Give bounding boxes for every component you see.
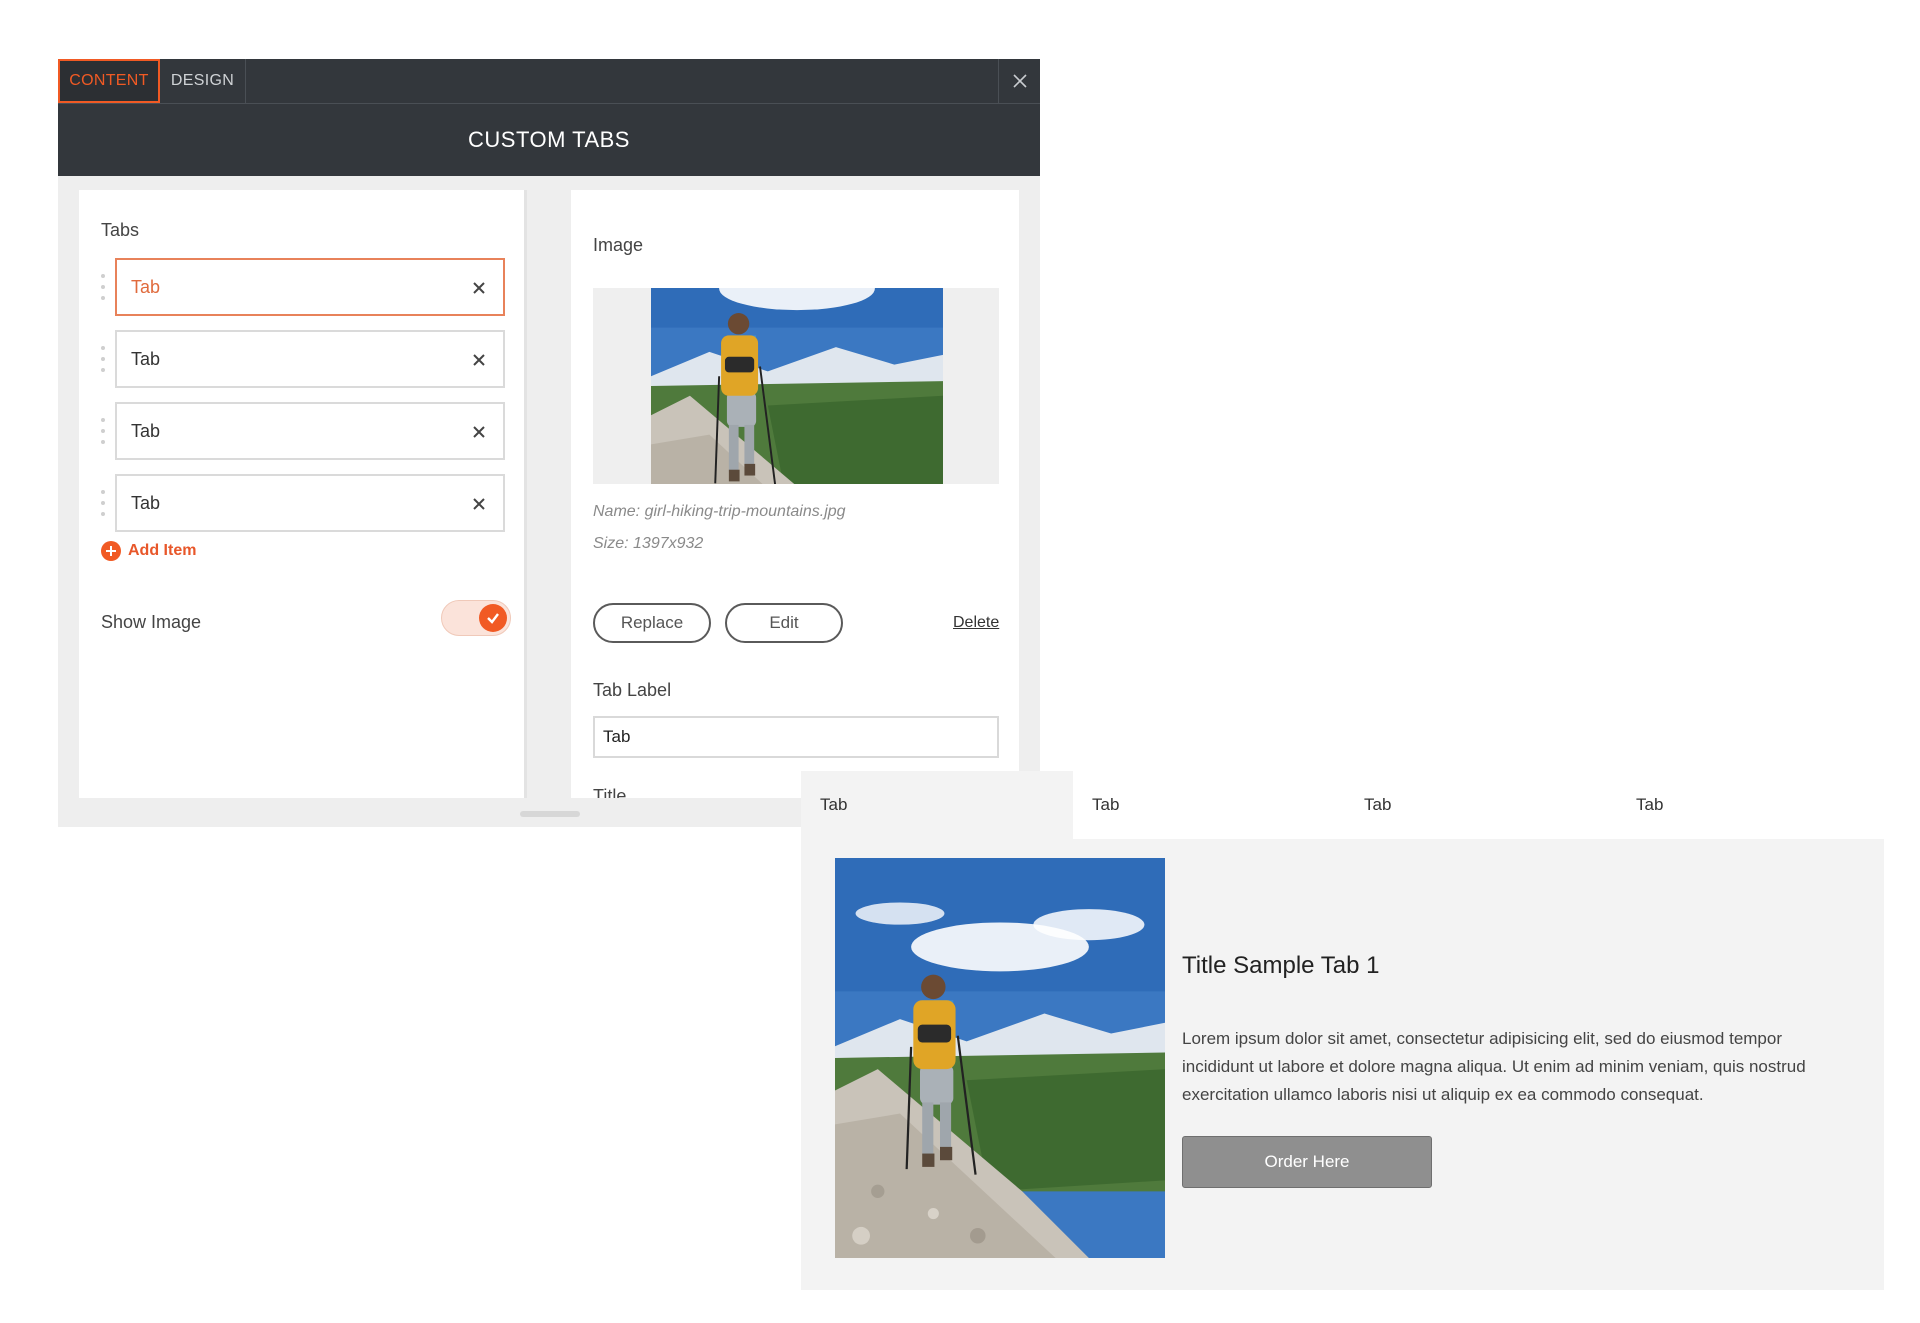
tabs-preview: Tab Tab Tab Tab Title Sample Tab 1 Lorem… <box>801 771 1884 1290</box>
tabs-section-label: Tabs <box>101 220 140 240</box>
close-icon <box>1012 74 1027 88</box>
preview-tab-1[interactable]: Tab <box>801 771 1073 839</box>
remove-icon[interactable] <box>469 422 489 442</box>
close-button[interactable] <box>998 59 1040 103</box>
resize-handle[interactable] <box>520 811 580 817</box>
delete-link[interactable]: Delete <box>953 614 999 632</box>
drag-handle-icon[interactable] <box>101 418 107 444</box>
show-image-toggle[interactable] <box>441 600 511 636</box>
add-item-label: Add Item <box>128 542 197 559</box>
order-here-button[interactable]: Order Here <box>1182 1136 1432 1188</box>
tab-item-field[interactable]: Tab <box>115 330 505 388</box>
custom-tabs-editor: CONTENT DESIGN CUSTOM TABS Tabs Tab Tab <box>58 59 1040 827</box>
add-item-button[interactable]: Add Item <box>101 541 196 561</box>
image-name-text: Name: girl-hiking-trip-mountains.jpg <box>593 503 846 520</box>
list-item: Tab <box>101 258 505 316</box>
tab-item-field[interactable]: Tab <box>115 402 505 460</box>
preview-title: Title Sample Tab 1 <box>1182 952 1380 979</box>
preview-tab-3[interactable]: Tab <box>1345 771 1617 839</box>
preview-tab-2[interactable]: Tab <box>1073 771 1345 839</box>
remove-icon[interactable] <box>469 350 489 370</box>
editor-topbar: CONTENT DESIGN <box>58 59 1040 104</box>
list-item: Tab <box>101 330 505 388</box>
tab-item-label: Tab <box>131 492 161 513</box>
preview-tab-bar: Tab Tab Tab Tab <box>801 771 1884 839</box>
tab-label-input[interactable] <box>593 716 999 758</box>
tab-label-label: Tab Label <box>593 680 672 700</box>
check-icon <box>487 613 499 624</box>
toggle-knob <box>479 604 507 632</box>
plus-circle-icon <box>101 541 121 561</box>
image-preview-frame <box>593 288 999 484</box>
preview-body-text: Lorem ipsum dolor sit amet, consectetur … <box>1182 1029 1806 1104</box>
drag-handle-icon[interactable] <box>101 346 107 372</box>
preview-image <box>835 858 1165 1258</box>
tab-design[interactable]: DESIGN <box>160 59 246 103</box>
tab-content[interactable]: CONTENT <box>58 59 160 103</box>
remove-icon[interactable] <box>469 278 489 298</box>
image-size-text: Size: 1397x932 <box>593 535 704 552</box>
drag-handle-icon[interactable] <box>101 274 107 300</box>
replace-button[interactable]: Replace <box>593 603 711 643</box>
list-item: Tab <box>101 402 505 460</box>
image-section-label: Image <box>593 235 644 255</box>
image-thumbnail <box>651 288 943 484</box>
tab-item-label: Tab <box>131 348 161 369</box>
preview-tab-4[interactable]: Tab <box>1617 771 1884 839</box>
drag-handle-icon[interactable] <box>101 490 107 516</box>
tab-item-field[interactable]: Tab <box>115 258 505 316</box>
list-item: Tab <box>101 474 505 532</box>
edit-button[interactable]: Edit <box>725 603 843 643</box>
editor-title: CUSTOM TABS <box>58 104 1040 176</box>
show-image-label: Show Image <box>101 612 202 632</box>
tab-item-field[interactable]: Tab <box>115 474 505 532</box>
tabs-column: Tabs Tab Tab Tab Tab Add Item Show Image <box>79 190 527 798</box>
tab-item-label: Tab <box>131 420 161 441</box>
tab-item-label: Tab <box>131 276 161 297</box>
remove-icon[interactable] <box>469 494 489 514</box>
item-settings-column: Image Name: girl-hiking-trip-mountains.j… <box>571 190 1019 798</box>
title-field-label: Title <box>593 786 627 798</box>
